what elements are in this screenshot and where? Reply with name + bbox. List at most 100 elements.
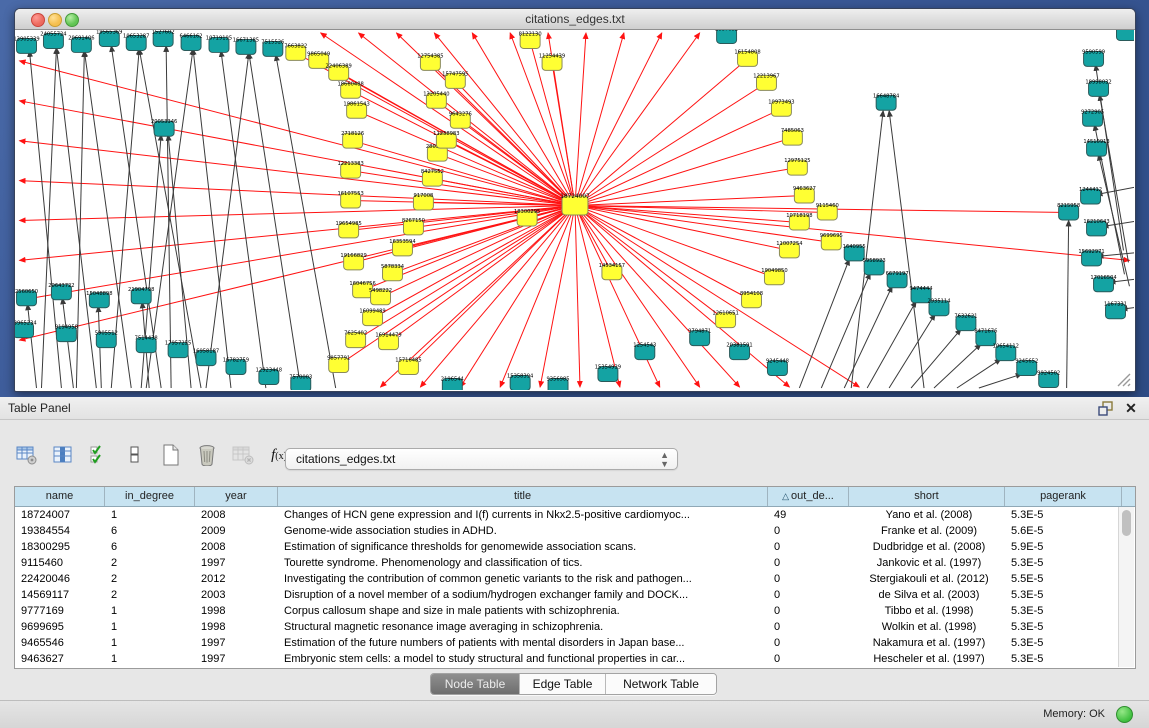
graph-node[interactable]: 20381591 [726, 343, 752, 360]
graph-node[interactable]: 21904798 [128, 287, 154, 304]
graph-node[interactable]: 12610651 [712, 311, 738, 328]
graph-node[interactable]: 14534157 [599, 263, 625, 280]
graph-node[interactable]: 11007254 [776, 241, 802, 258]
graph-node[interactable]: 7515526 [261, 39, 284, 56]
network-window[interactable]: citations_edges.txt 13905339240557242069… [14, 8, 1136, 392]
graph-node[interactable]: 19223930 [1113, 30, 1134, 40]
graph-node[interactable]: 17016504 [1090, 275, 1116, 292]
graph-node[interactable]: 19565369 [96, 30, 122, 46]
graph-node[interactable]: 2196544 [441, 377, 464, 390]
graph-node[interactable]: 9924502 [1037, 371, 1060, 388]
graph-node[interactable]: 18300295 [514, 209, 540, 226]
graph-node[interactable]: 16210643 [1083, 219, 1109, 236]
graph-node[interactable]: 9857791 [327, 356, 350, 373]
column-visibility-icon[interactable] [50, 442, 76, 468]
graph-node[interactable]: 7514438 [135, 336, 158, 353]
graph-node[interactable]: 8122130 [519, 31, 542, 48]
table-row[interactable]: 969969511998Structural magnetic resonanc… [15, 619, 1135, 635]
graph-node[interactable]: 8215958 [1057, 203, 1080, 220]
tab-network-table[interactable]: Network Table [606, 674, 716, 694]
graph-node[interactable]: 19861543 [343, 101, 369, 118]
graph-node[interactable]: 1244412 [1079, 187, 1102, 204]
column-header-short[interactable]: short [849, 487, 1005, 506]
table-row[interactable]: 911546021997Tourette syndrome. Phenomeno… [15, 555, 1135, 571]
graph-node[interactable]: 9245448 [766, 359, 789, 376]
graph-node[interactable]: 9115460 [816, 203, 839, 220]
graph-node[interactable]: 11254439 [539, 53, 565, 70]
graph-node[interactable]: 9643276 [449, 111, 472, 128]
graph-node[interactable]: 16107553 [337, 191, 363, 208]
graph-node[interactable]: 15354939 [595, 365, 621, 382]
graph-node[interactable]: 6679197 [886, 271, 909, 288]
table-row[interactable]: 1938455462009Genome-wide association stu… [15, 523, 1135, 539]
graph-node[interactable]: 20691406 [68, 35, 94, 52]
table-row[interactable]: 2242004622012Investigating the contribut… [15, 571, 1135, 587]
graph-node[interactable]: 2560650 [15, 289, 38, 306]
graph-node[interactable]: 12213383 [337, 161, 363, 178]
graph-node[interactable]: 16958187 [193, 349, 219, 366]
graph-node[interactable]: 17957255 [165, 341, 191, 358]
column-header-pagerank[interactable]: pagerank [1005, 487, 1122, 506]
graph-node[interactable]: 8427552 [421, 169, 444, 186]
graph-node[interactable]: 5905512 [95, 331, 118, 348]
graph-node[interactable]: 18998032 [1085, 79, 1111, 96]
graph-node[interactable]: 10653287 [123, 33, 149, 50]
graph-node[interactable]: 1254543 [633, 343, 656, 360]
column-header-name[interactable]: name [15, 487, 105, 506]
graph-node[interactable]: 15048898 [86, 291, 112, 308]
graph-node[interactable]: 9699695 [820, 233, 843, 250]
graph-node[interactable]: 10973493 [768, 99, 794, 116]
graph-node[interactable]: 6466162 [180, 33, 203, 50]
graph-node[interactable]: 9794871 [688, 329, 711, 346]
new-table-icon[interactable] [158, 442, 184, 468]
graph-node[interactable]: 5498222 [369, 288, 392, 305]
graph-node[interactable]: 16648784 [873, 93, 899, 110]
graph-node[interactable]: 10718198 [786, 213, 812, 230]
memory-status-indicator[interactable] [1116, 706, 1133, 723]
table-settings-icon[interactable] [14, 442, 40, 468]
column-header-year[interactable]: year [195, 487, 278, 506]
graph-node[interactable]: 15716485 [395, 358, 421, 375]
graph-node[interactable]: 12923448 [256, 368, 282, 385]
float-window-icon[interactable] [1098, 401, 1114, 416]
graph-node[interactable]: 9245652 [1015, 359, 1038, 376]
table-row[interactable]: 946362711997Embryonic stem cells: a mode… [15, 651, 1135, 667]
graph-node[interactable]: 9463627 [793, 186, 816, 203]
graph-node[interactable]: 9272905 [1081, 109, 1104, 126]
column-header-out_de[interactable]: △out_de... [768, 487, 849, 506]
graph-node[interactable]: 5958923 [863, 258, 886, 275]
select-all-rows-icon[interactable] [86, 442, 112, 468]
column-header-title[interactable]: title [278, 487, 768, 506]
row-height-icon[interactable] [122, 442, 148, 468]
graph-node[interactable]: 7625402 [344, 331, 367, 348]
graph-node[interactable]: 22406389 [325, 63, 351, 80]
graph-node[interactable]: 13205440 [423, 91, 449, 108]
graph-node[interactable]: 16099489 [359, 309, 385, 326]
graph-node[interactable]: 2718126 [341, 131, 364, 148]
delete-columns-icon[interactable] [230, 442, 256, 468]
graph-node[interactable]: 917008 [413, 193, 433, 210]
graph-node[interactable]: 11238983 [433, 131, 459, 148]
table-row[interactable]: 977716911998Corpus callosum shape and si… [15, 603, 1135, 619]
network-window-titlebar[interactable]: citations_edges.txt [15, 9, 1135, 30]
graph-node[interactable]: 8954108 [740, 291, 763, 308]
graph-node[interactable]: 12213967 [753, 73, 779, 90]
graph-node[interactable]: 19166829 [340, 253, 366, 270]
graph-node[interactable]: 16154808 [734, 49, 760, 66]
graph-node[interactable]: 19654985 [335, 221, 361, 238]
graph-node[interactable]: 13965234 [15, 321, 37, 338]
graph-node[interactable]: 10719195 [206, 35, 232, 52]
graph-node[interactable]: 16782759 [223, 358, 249, 375]
column-header-in_degree[interactable]: in_degree [105, 487, 195, 506]
graph-node[interactable]: 18660488 [337, 81, 363, 98]
close-icon[interactable]: ✕ [1124, 400, 1138, 416]
graph-node[interactable]: 20643722 [48, 283, 74, 300]
scrollbar-thumb[interactable] [1122, 510, 1131, 536]
graph-node[interactable]: 9194958 [55, 325, 78, 342]
graph-node[interactable]: 15358394 [507, 374, 533, 390]
graph-node[interactable]: 1167331 [1104, 302, 1127, 319]
graph-node[interactable]: 12754385 [417, 53, 443, 70]
graph-node[interactable]: 7485063 [781, 128, 804, 145]
graph-node[interactable]: 7570003 [289, 375, 312, 390]
table-row[interactable]: 1830029562008Estimation of significance … [15, 539, 1135, 555]
